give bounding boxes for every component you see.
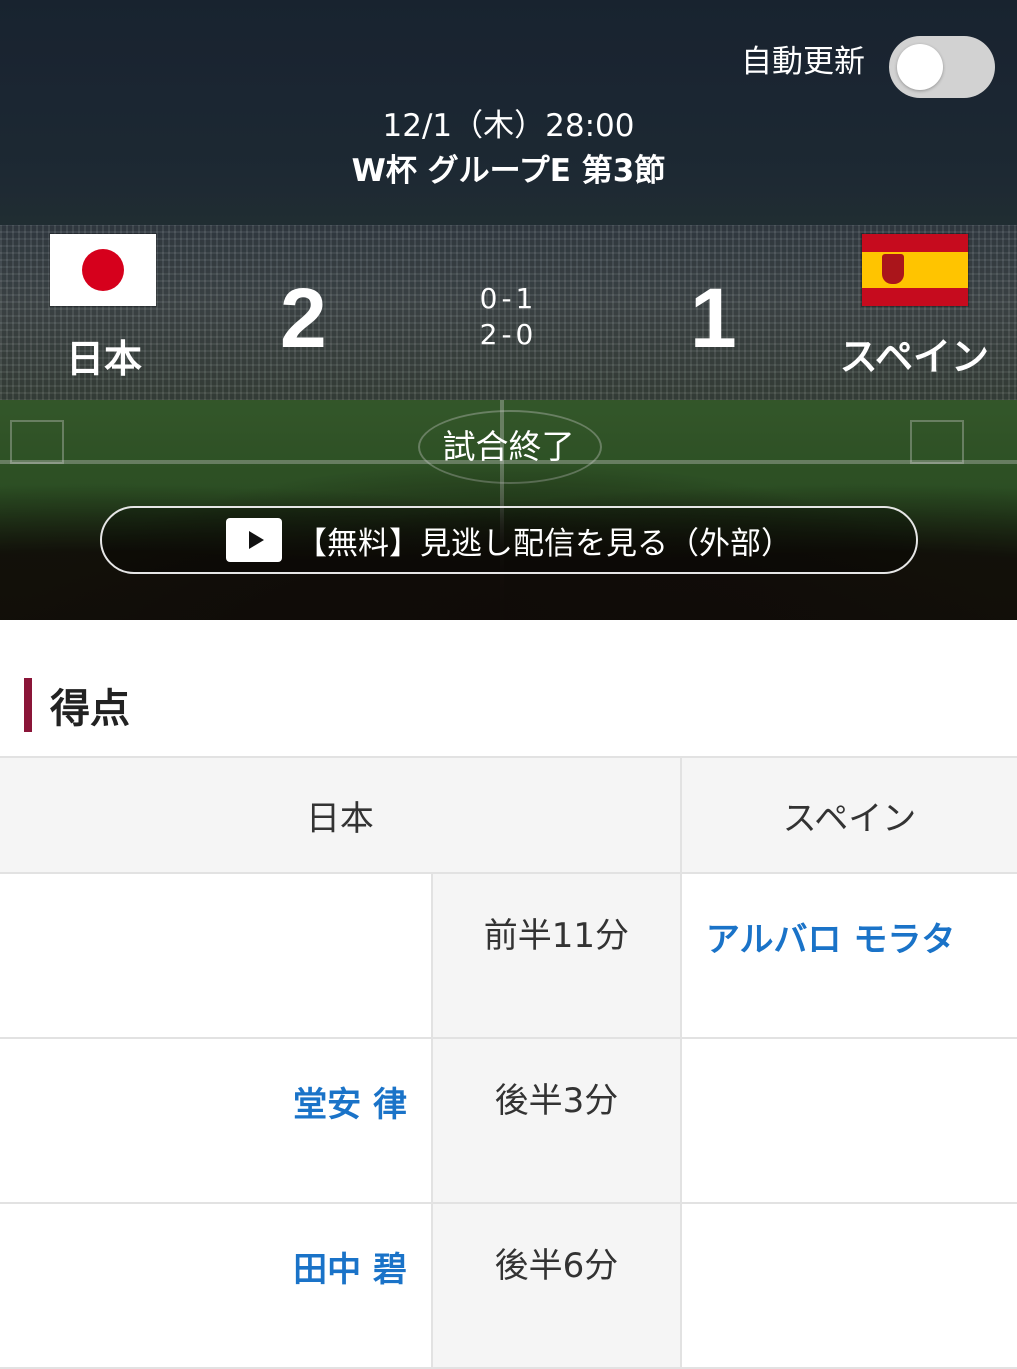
goals-column-away: スペイン bbox=[680, 756, 1017, 874]
goal-time: 後半6分 bbox=[431, 1203, 682, 1369]
toggle-knob bbox=[897, 44, 943, 90]
goal-time: 後半3分 bbox=[431, 1038, 682, 1204]
home-scorer[interactable]: 田中 碧 bbox=[293, 1250, 407, 1290]
goals-table-header-row: 日本 スペイン bbox=[0, 756, 1017, 874]
away-scorer-cell: アルバロ モラタ bbox=[680, 873, 1017, 1039]
home-scorer[interactable]: 堂安 律 bbox=[293, 1085, 407, 1125]
table-row: 田中 碧 後半6分 bbox=[0, 1203, 1017, 1369]
home-scorer-cell bbox=[0, 873, 432, 1039]
auto-update-label: 自動更新 bbox=[741, 44, 865, 80]
goal-time: 前半11分 bbox=[431, 873, 682, 1039]
goals-column-home: 日本 bbox=[0, 756, 682, 874]
match-header-hero: 自動更新 12/1（木）28:00 W杯 グループE 第3節 日本 スペイン 2… bbox=[0, 0, 1017, 620]
auto-update-toggle[interactable] bbox=[889, 36, 995, 98]
goals-section-title: 得点 bbox=[50, 686, 130, 732]
home-scorer-cell: 田中 碧 bbox=[0, 1203, 432, 1369]
match-status: 試合終了 bbox=[442, 427, 575, 466]
goals-table: 日本 スペイン 前半11分 アルバロ モラタ 堂安 律 後半3分 田中 碧 後半… bbox=[0, 756, 1017, 1369]
play-icon bbox=[226, 518, 282, 562]
away-scorer-cell bbox=[680, 1203, 1017, 1369]
first-half-score: 0-1 bbox=[479, 282, 538, 315]
match-date: 12/1（木）28:00 bbox=[382, 108, 635, 144]
table-row: 前半11分 アルバロ モラタ bbox=[0, 873, 1017, 1039]
watch-replay-button[interactable]: 【無料】見逃し配信を見る（外部） bbox=[100, 506, 918, 574]
home-scorer-cell: 堂安 律 bbox=[0, 1038, 432, 1204]
watch-replay-label: 【無料】見逃し配信を見る（外部） bbox=[296, 525, 792, 562]
second-half-score: 2-0 bbox=[479, 318, 538, 351]
goals-section-header: 得点 bbox=[24, 678, 130, 732]
section-accent-bar bbox=[24, 678, 32, 732]
table-row: 堂安 律 後半3分 bbox=[0, 1038, 1017, 1204]
match-round: W杯 グループE 第3節 bbox=[351, 153, 666, 189]
away-scorer[interactable]: アルバロ モラタ bbox=[706, 920, 956, 960]
away-scorer-cell bbox=[680, 1038, 1017, 1204]
